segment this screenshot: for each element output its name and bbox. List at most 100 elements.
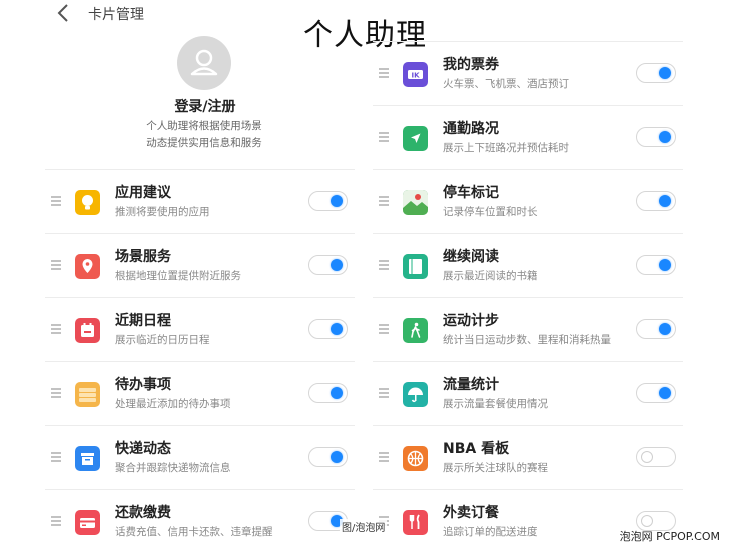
drag-handle-icon[interactable] [379, 388, 389, 398]
drag-handle-icon[interactable] [51, 196, 61, 206]
avatar[interactable] [177, 36, 231, 90]
toggle-knob [659, 195, 671, 207]
card-description: 火车票、飞机票、酒店预订 [443, 78, 569, 90]
card-title: 场景服务 [115, 249, 171, 265]
credit-card-icon [75, 510, 100, 535]
card-description: 根据地理位置提供附近服务 [115, 270, 241, 282]
walking-person-icon [403, 318, 428, 343]
card-description: 展示最近阅读的书籍 [443, 270, 538, 282]
card-title: NBA 看板 [443, 441, 510, 457]
card-toggle[interactable] [308, 319, 348, 339]
card-toggle[interactable] [636, 447, 676, 467]
card-toggle[interactable] [308, 255, 348, 275]
book-icon [403, 254, 428, 279]
card-row: 场景服务根据地理位置提供附近服务 [45, 233, 355, 298]
assistant-description: 个人助理将根据使用场景 动态提供实用信息和服务 [124, 118, 284, 152]
drag-handle-icon[interactable] [379, 324, 389, 334]
card-description: 话费充值、信用卡还款、违章提醒 [115, 526, 273, 538]
card-title: 运动计步 [443, 313, 499, 329]
card-row: NBA 看板展示所关注球队的赛程 [373, 425, 683, 490]
user-silhouette-icon [190, 49, 218, 76]
card-row: 快递动态聚合并跟踪快递物流信息 [45, 425, 355, 490]
svg-text:IK: IK [411, 72, 420, 80]
calendar-icon [75, 318, 100, 343]
card-description: 追踪订单的配送进度 [443, 526, 538, 538]
card-description: 展示临近的日历日程 [115, 334, 210, 346]
card-row: 通勤路况展示上下班路况并预估耗时 [373, 105, 683, 170]
basketball-icon [403, 446, 428, 471]
description-line: 动态提供实用信息和服务 [146, 137, 262, 149]
toggle-knob [331, 323, 343, 335]
drag-handle-icon[interactable] [51, 452, 61, 462]
drag-handle-icon[interactable] [379, 68, 389, 78]
parking-map-icon [403, 190, 428, 215]
description-line: 个人助理将根据使用场景 [146, 120, 262, 132]
toggle-knob [641, 451, 653, 463]
card-title: 快递动态 [115, 441, 171, 457]
watermark: 泡泡网 PCPOP.COM [619, 530, 720, 543]
card-description: 聚合并跟踪快递物流信息 [115, 462, 231, 474]
toggle-knob [659, 131, 671, 143]
card-description: 展示上下班路况并预估耗时 [443, 142, 569, 154]
card-title: 流量统计 [443, 377, 499, 393]
card-row: 流量统计展示流量套餐使用情况 [373, 361, 683, 426]
toggle-knob [659, 387, 671, 399]
drag-handle-icon[interactable] [51, 388, 61, 398]
toggle-knob [659, 67, 671, 79]
card-row: 还款缴费话费充值、信用卡还款、违章提醒 [45, 489, 355, 554]
card-toggle[interactable] [636, 191, 676, 211]
drag-handle-icon[interactable] [379, 132, 389, 142]
card-description: 记录停车位置和时长 [443, 206, 538, 218]
card-title: 继续阅读 [443, 249, 499, 265]
ticket-icon: IK [403, 62, 428, 87]
card-row: 停车标记记录停车位置和时长 [373, 169, 683, 234]
card-title: 还款缴费 [115, 505, 171, 521]
card-toggle[interactable] [308, 191, 348, 211]
card-toggle[interactable] [636, 63, 676, 83]
card-title: 我的票券 [443, 57, 499, 73]
data-usage-icon [403, 382, 428, 407]
card-title: 停车标记 [443, 185, 499, 201]
food-delivery-icon [403, 510, 428, 535]
card-row: 运动计步统计当日运动步数、里程和消耗热量 [373, 297, 683, 362]
toggle-knob [331, 387, 343, 399]
parcel-box-icon [75, 446, 100, 471]
drag-handle-icon[interactable] [51, 324, 61, 334]
toggle-knob [331, 451, 343, 463]
card-title: 外卖订餐 [443, 505, 499, 521]
card-description: 推测将要使用的应用 [115, 206, 210, 218]
toggle-knob [659, 259, 671, 271]
card-description: 展示流量套餐使用情况 [443, 398, 548, 410]
card-description: 处理最近添加的待办事项 [115, 398, 231, 410]
card-title: 应用建议 [115, 185, 171, 201]
toggle-knob [641, 515, 653, 527]
card-description: 统计当日运动步数、里程和消耗热量 [443, 334, 611, 346]
card-title: 近期日程 [115, 313, 171, 329]
drag-handle-icon[interactable] [379, 260, 389, 270]
toggle-knob [331, 195, 343, 207]
todo-list-icon [75, 382, 100, 407]
card-row: 近期日程展示临近的日历日程 [45, 297, 355, 362]
card-title: 通勤路况 [443, 121, 499, 137]
card-toggle[interactable] [636, 127, 676, 147]
card-row: 外卖订餐追踪订单的配送进度 [373, 489, 683, 554]
card-row: 待办事项处理最近添加的待办事项 [45, 361, 355, 426]
card-description: 展示所关注球队的赛程 [443, 462, 548, 474]
card-toggle[interactable] [308, 447, 348, 467]
lightbulb-icon [75, 190, 100, 215]
card-toggle[interactable] [636, 383, 676, 403]
card-row: 继续阅读展示最近阅读的书籍 [373, 233, 683, 298]
card-toggle[interactable] [636, 255, 676, 275]
card-toggle[interactable] [636, 319, 676, 339]
navigation-arrow-icon [403, 126, 428, 151]
drag-handle-icon[interactable] [51, 260, 61, 270]
card-toggle[interactable] [308, 383, 348, 403]
toggle-knob [331, 259, 343, 271]
image-credit: 图/泡泡网 [340, 519, 388, 534]
drag-handle-icon[interactable] [379, 452, 389, 462]
drag-handle-icon[interactable] [379, 196, 389, 206]
drag-handle-icon[interactable] [51, 516, 61, 526]
card-title: 待办事项 [115, 377, 171, 393]
login-register-link[interactable]: 登录/注册 [150, 96, 260, 116]
location-pin-icon [75, 254, 100, 279]
